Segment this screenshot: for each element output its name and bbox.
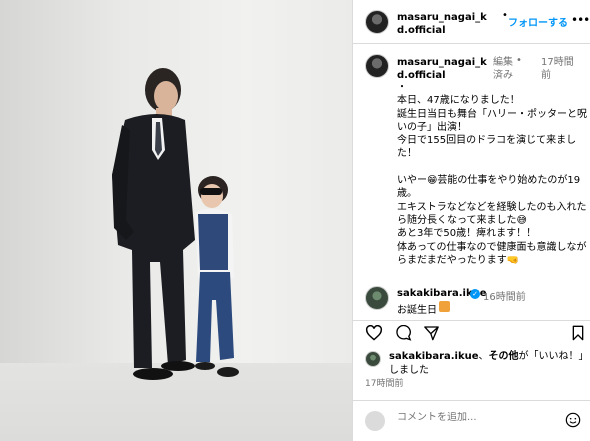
comment-timestamp[interactable]: 16時間前 (483, 288, 526, 303)
action-bar (353, 320, 590, 344)
avatar[interactable] (365, 351, 381, 367)
post-photo[interactable] (0, 0, 352, 441)
comment-text: お誕生日 (397, 305, 437, 316)
bookmark-icon[interactable] (571, 325, 585, 341)
heart-icon[interactable] (365, 325, 383, 341)
more-horizontal-icon[interactable]: ••• (571, 13, 590, 27)
avatar[interactable] (365, 10, 389, 34)
gift-emoji-icon (439, 301, 450, 312)
add-comment-bar (353, 400, 590, 441)
post-side-panel: masaru_nagai_kd.official • フォローする ••• ma… (352, 0, 590, 441)
separator-dot: • (516, 55, 522, 66)
follow-button[interactable]: フォローする (508, 14, 568, 29)
comment-input[interactable] (397, 412, 547, 423)
likes-others-link[interactable]: その他 (489, 351, 519, 362)
comment-icon[interactable] (395, 325, 412, 341)
photo-figures (112, 68, 239, 380)
man-figure (112, 68, 195, 380)
avatar (365, 411, 385, 431)
likes-separator: 、 (478, 351, 489, 362)
caption-text: ・ 本日、47歳になりました！ 誕生日当日も舞台「ハリー・ポッターと呪いの子」出… (397, 82, 587, 266)
post-header: masaru_nagai_kd.official • フォローする ••• (353, 0, 590, 44)
caption-username[interactable]: masaru_nagai_kd.official (397, 56, 493, 82)
caption-timestamp[interactable]: 17時間前 (541, 56, 581, 82)
share-icon[interactable] (423, 325, 440, 341)
avatar[interactable] (365, 286, 389, 310)
post-timestamp[interactable]: 17時間前 (365, 376, 403, 389)
likes-text: sakakibara.ikue、その他が「いいね！」しました (389, 350, 585, 378)
smiley-icon[interactable] (565, 412, 581, 428)
liker-username[interactable]: sakakibara.ikue (389, 351, 479, 362)
avatar[interactable] (365, 54, 389, 78)
header-username[interactable]: masaru_nagai_kd.official (397, 11, 497, 37)
child-figure (195, 176, 239, 377)
verified-badge-icon: ✓ (470, 289, 480, 299)
